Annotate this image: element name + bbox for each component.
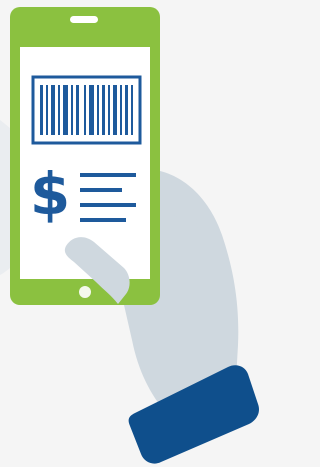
- hand-holding-phone-icon: $: [0, 7, 259, 464]
- illustration-canvas: $: [0, 0, 259, 467]
- dollar-sign-icon: $: [30, 160, 70, 228]
- speaker-slot: [70, 16, 98, 23]
- svg-text:$: $: [30, 160, 70, 228]
- home-button: [79, 286, 91, 298]
